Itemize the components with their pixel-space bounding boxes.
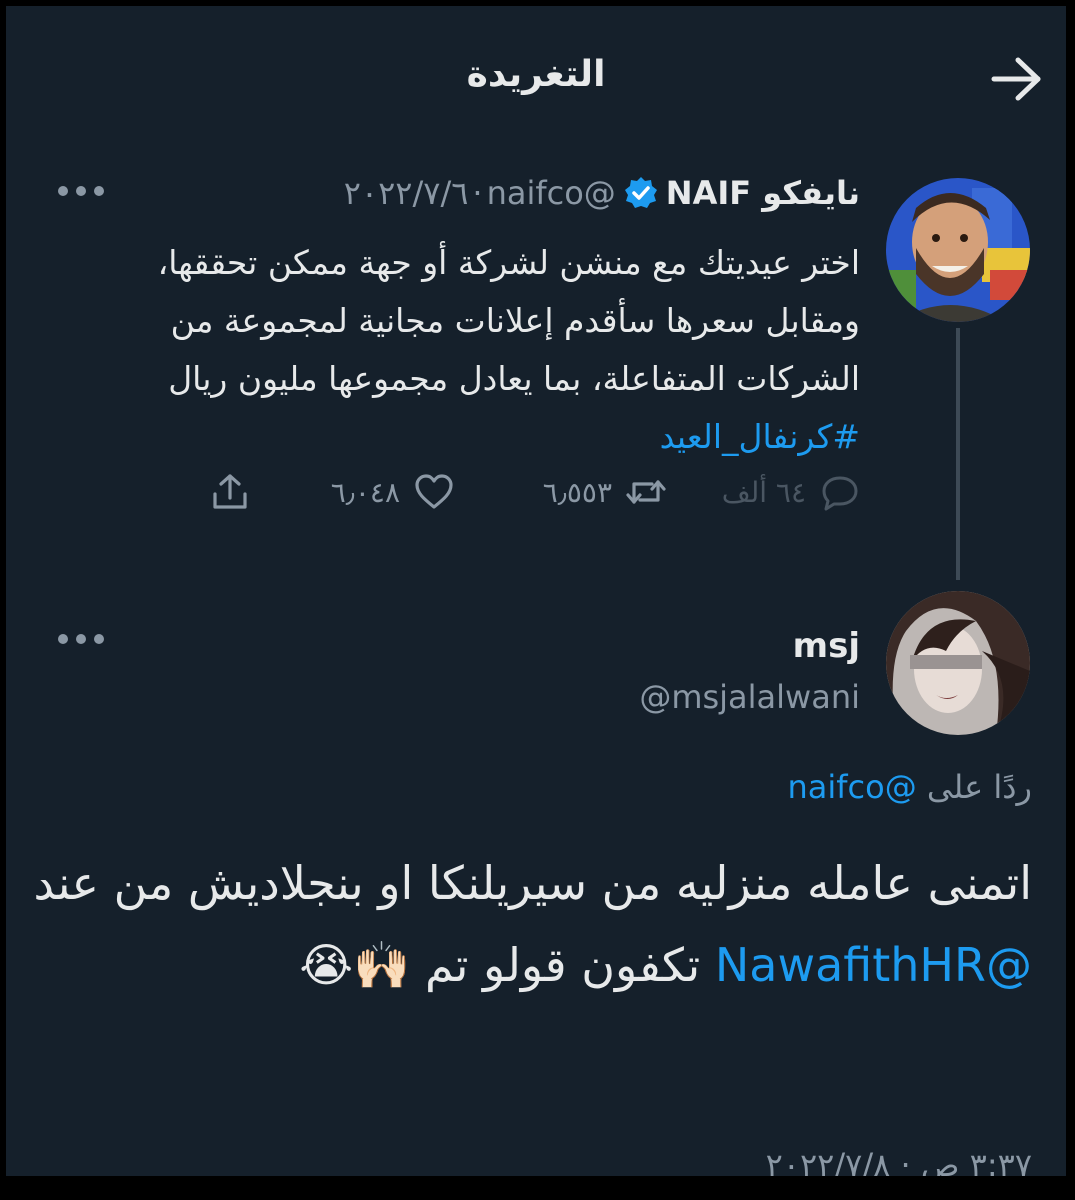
reply-text-part2: تكفون قولو تم	[425, 938, 701, 992]
retweet-icon	[626, 480, 666, 504]
top-bar: التغريدة	[6, 6, 1066, 146]
emoji-text: 🙌🏻😭	[299, 938, 411, 992]
reply-count: ٦٤ ألف	[721, 475, 806, 509]
reply-author-handle[interactable]: @msjalalwani	[639, 678, 860, 716]
reply-timestamp: ٣:٣٧ ص · ٢٠٢٢/٧/٨	[765, 1146, 1032, 1176]
replying-to-mention[interactable]: @naifco	[787, 768, 916, 806]
reply-icon	[822, 476, 858, 511]
tweet-text: اختر عيديتك مع منشن لشركة أو جهة ممكن تح…	[157, 243, 860, 398]
heart-icon	[415, 474, 453, 509]
like-button[interactable]: ٦٫٠٤٨	[331, 472, 454, 512]
replying-to-line: ردًا على @naifco	[787, 768, 1032, 806]
tweet-action-bar: ٦٤ ألف ٦٫٥٥٣ ٦٫٠٤٨	[200, 472, 860, 522]
share-icon	[213, 474, 247, 509]
original-tweet-text: اختر عيديتك مع منشن لشركة أو جهة ممكن تح…	[100, 234, 860, 466]
thread-connector-line	[956, 328, 960, 580]
reply-text-part1: اتمنى عامله منزليه من سيريلنكا او بنجلاد…	[33, 856, 1032, 910]
author-handle[interactable]: @naifco	[487, 174, 616, 212]
avatar-naif[interactable]	[886, 178, 1030, 322]
page-title: التغريدة	[466, 54, 606, 95]
author-display-name[interactable]: نايفكو NAIF	[666, 174, 860, 212]
reply-button[interactable]: ٦٤ ألف	[722, 472, 860, 512]
reply-more-options-icon[interactable]	[54, 630, 108, 648]
mention-link[interactable]: @NawafithHR	[715, 938, 1032, 992]
more-options-icon[interactable]	[54, 182, 108, 200]
meta-separator: ·	[472, 174, 483, 212]
tweet-date[interactable]: ٢٠٢٢/٧/٦	[344, 174, 469, 212]
tweet-screen: التغريدة نايفكو NAIF @naifco · ٢٠٢٢/٧/٦	[6, 6, 1066, 1176]
hashtag-link[interactable]: #كرنفال_العيد	[660, 417, 860, 456]
share-button[interactable]	[196, 472, 250, 512]
reply-tweet-text: اتمنى عامله منزليه من سيريلنكا او بنجلاد…	[32, 842, 1032, 1006]
reply-author-name[interactable]: msj	[793, 626, 860, 666]
like-count: ٦٫٠٤٨	[330, 475, 400, 509]
avatar-msj[interactable]	[886, 591, 1030, 735]
retweet-count: ٦٫٥٥٣	[542, 475, 612, 509]
replying-to-label: ردًا على	[926, 768, 1032, 806]
original-tweet-header: نايفكو NAIF @naifco · ٢٠٢٢/٧/٦	[344, 174, 860, 212]
retweet-button[interactable]: ٦٫٥٥٣	[543, 472, 666, 512]
verified-badge-icon	[624, 177, 657, 208]
